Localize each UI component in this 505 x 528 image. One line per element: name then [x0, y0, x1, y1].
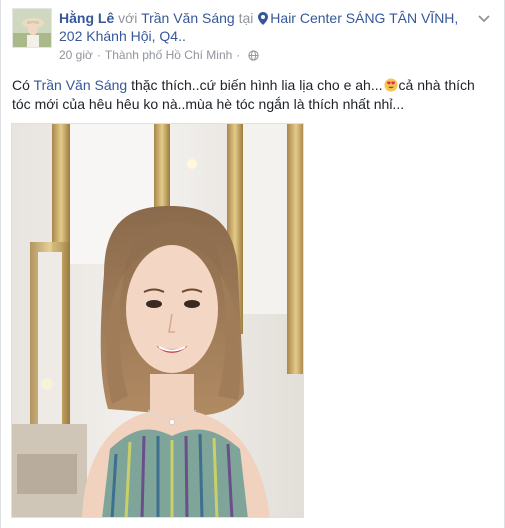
chevron-down-icon[interactable] [476, 10, 492, 26]
heart-eyes-emoji-icon [383, 78, 398, 92]
text-prefix: Có [12, 77, 30, 93]
meta-separator: · [96, 48, 101, 62]
author-name[interactable]: Hằng Lê [59, 10, 114, 26]
facebook-post: Hằng Lê với Trần Văn Sáng tại Hair Cente… [0, 0, 505, 528]
text-part-1: thặc thích..cứ biến hình lia lịa cho e a… [131, 77, 383, 93]
meta-separator-2: · [236, 48, 241, 62]
location-pin-icon [258, 12, 269, 25]
post-header: Hằng Lê với Trần Văn Sáng tại Hair Cente… [59, 9, 479, 45]
post-text: Có Trần Văn Sáng thặc thích..cứ biến hìn… [12, 76, 497, 114]
tagged-friend[interactable]: Trần Văn Sáng [141, 10, 235, 26]
at-word: tại [238, 10, 254, 26]
post-city[interactable]: Thành phố Hồ Chí Minh [105, 48, 232, 62]
post-time[interactable]: 20 giờ [59, 48, 93, 62]
text-mention[interactable]: Trần Văn Sáng [34, 77, 128, 93]
author-avatar[interactable] [12, 8, 52, 48]
with-word: với [118, 10, 138, 26]
location-line-2: 202 Khánh Hội, Q4.. [59, 28, 186, 44]
globe-icon[interactable] [248, 49, 259, 61]
post-meta: 20 giờ · Thành phố Hồ Chí Minh · [59, 48, 259, 62]
post-photo[interactable] [11, 123, 304, 518]
location-line-1: Hair Center SÁNG TÂN VĨNH, [270, 10, 459, 26]
